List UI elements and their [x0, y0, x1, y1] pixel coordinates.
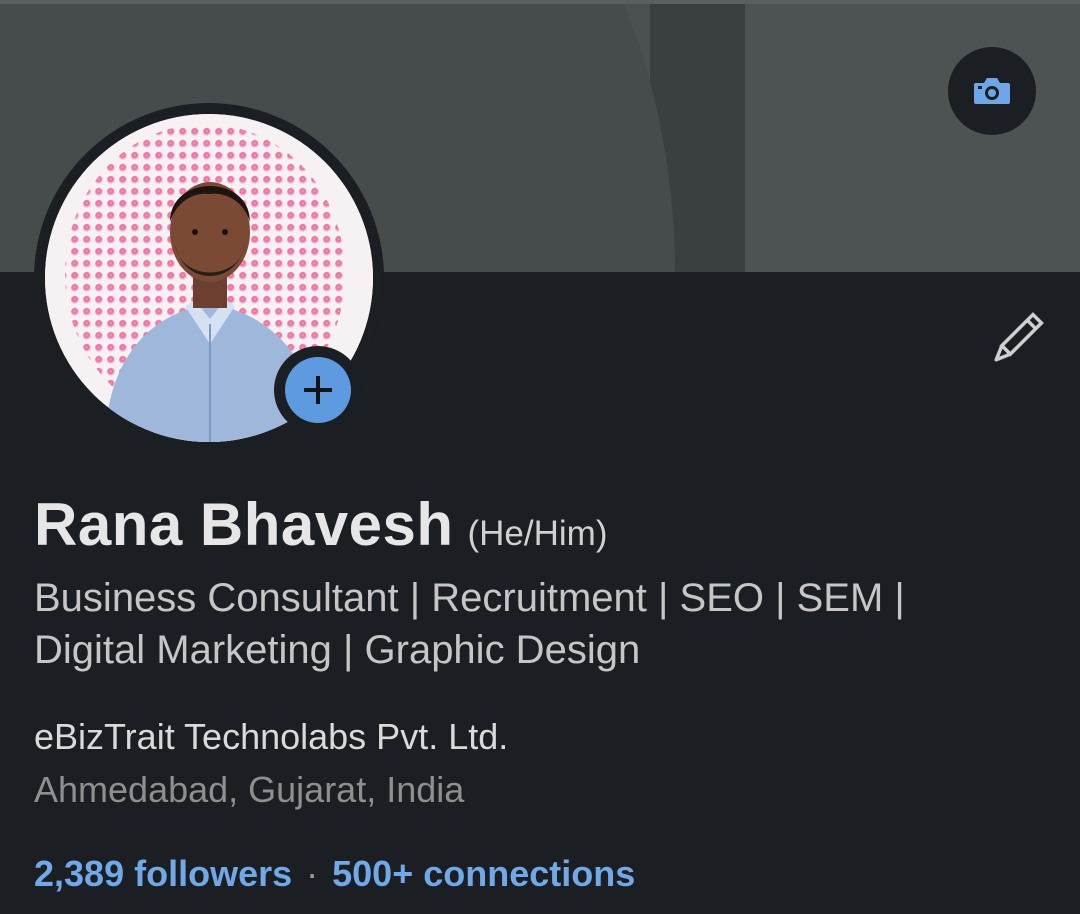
profile-pronouns: (He/Him): [467, 514, 608, 553]
followers-link[interactable]: 2,389 followers: [34, 853, 292, 894]
network-stats: 2,389 followers · 500+ connections: [34, 853, 635, 895]
edit-profile-button[interactable]: [984, 308, 1048, 372]
edit-cover-button[interactable]: [948, 47, 1036, 135]
connections-link[interactable]: 500+ connections: [332, 853, 635, 894]
headline-line: Business Consultant | Recruitment | SEO …: [34, 576, 905, 620]
camera-icon: [974, 78, 1010, 104]
plus-icon: [304, 376, 332, 404]
profile-headline: Business Consultant | Recruitment | SEO …: [34, 572, 1054, 676]
profile-location: Ahmedabad, Gujarat, India: [34, 769, 465, 810]
profile-name-row: Rana Bhavesh (He/Him): [34, 490, 607, 559]
add-photo-button[interactable]: [274, 346, 362, 434]
headline-line: Digital Marketing | Graphic Design: [34, 628, 641, 672]
profile-name: Rana Bhavesh: [34, 491, 454, 558]
cover-shape: [745, 4, 1080, 272]
stats-separator: ·: [306, 853, 319, 894]
pencil-icon: [994, 312, 1044, 362]
profile-company[interactable]: eBizTrait Technolabs Pvt. Ltd.: [34, 716, 508, 758]
add-photo-badge: [285, 357, 351, 423]
